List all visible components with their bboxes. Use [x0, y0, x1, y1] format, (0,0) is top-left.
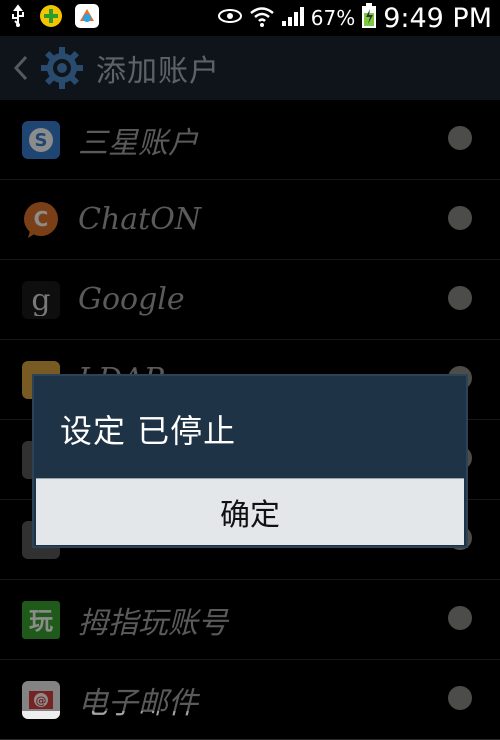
battery-charging-icon — [361, 3, 377, 33]
battery-percent: 67% — [310, 6, 356, 30]
clock: 9:49 PM — [383, 2, 492, 34]
ok-button[interactable]: 确定 — [36, 478, 464, 545]
error-dialog: 设定 已停止 确定 — [32, 374, 468, 548]
usb-icon — [8, 4, 28, 32]
signal-icon — [281, 5, 305, 31]
dialog-message: 设定 已停止 — [60, 412, 237, 450]
wifi-icon — [249, 4, 275, 32]
eye-icon — [217, 7, 243, 29]
colorful-app-icon — [74, 3, 100, 33]
status-bar: 67% 9:49 PM — [0, 0, 500, 36]
plus-app-icon — [38, 3, 64, 33]
